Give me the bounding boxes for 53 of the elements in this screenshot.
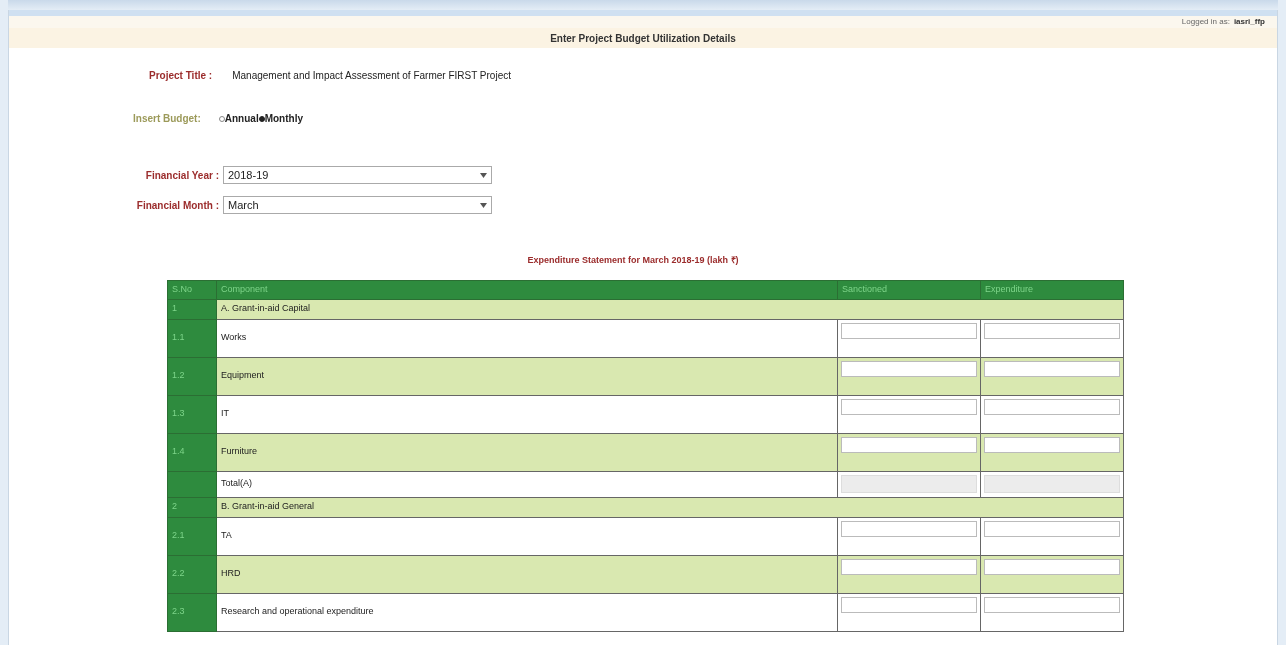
amount-input[interactable]	[984, 436, 1120, 453]
field-label: Project Title :	[149, 69, 213, 83]
column-header: Component	[216, 280, 838, 299]
amount-input[interactable]	[984, 398, 1120, 415]
table-cell: Research and operational expenditure	[216, 593, 838, 631]
amount-input[interactable]	[984, 520, 1120, 537]
chevron-down-icon	[480, 172, 487, 178]
table-cell: Furniture	[216, 433, 838, 471]
amount-input[interactable]	[841, 436, 977, 453]
logged-in-label: Logged in as:	[1181, 16, 1230, 28]
row-number: 2.2	[167, 555, 217, 593]
section-heading: A. Grant-in-aid Capital	[216, 299, 1124, 319]
column-header: Sanctioned	[837, 280, 981, 299]
amount-input[interactable]	[841, 360, 977, 377]
amount-input[interactable]	[841, 520, 977, 537]
username: iasri_ffp	[1233, 16, 1265, 28]
table-cell: Works	[216, 319, 838, 357]
dropdown[interactable]: 2018-19	[223, 166, 492, 184]
table-cell: Total(A)	[216, 471, 838, 497]
amount-input[interactable]	[841, 558, 977, 575]
dropdown[interactable]: March	[223, 196, 492, 214]
row-number: 2.1	[167, 517, 217, 555]
amount-input[interactable]	[841, 322, 977, 339]
field-label: Financial Month :	[136, 198, 219, 213]
amount-input[interactable]	[984, 558, 1120, 575]
amount-input[interactable]	[841, 596, 977, 613]
amount-input[interactable]	[841, 398, 977, 415]
amount-input[interactable]	[984, 322, 1120, 339]
field-label: Financial Year :	[145, 168, 219, 183]
row-number: 2.3	[167, 593, 217, 631]
column-header: Expenditure	[980, 280, 1124, 299]
amount-input[interactable]	[984, 360, 1120, 377]
amount-input[interactable]	[984, 596, 1120, 613]
project-title: Management and Impact Assessment of Farmer FIRST Project	[232, 69, 511, 83]
radio-option[interactable]: Annual	[218, 111, 259, 126]
section-heading: B. Grant-in-aid General	[216, 497, 1124, 517]
page-title: Enter Project Budget Utilization Details	[550, 31, 736, 46]
statement-title: Expenditure Statement for March 2018-19 (lakh ₹)	[527, 254, 739, 267]
row-number: 1.3	[167, 395, 217, 433]
column-header: S.No	[167, 280, 217, 299]
field-label: Insert Budget:	[133, 112, 201, 126]
row-number	[167, 471, 217, 497]
row-number: 1.1	[167, 319, 217, 357]
table-cell: HRD	[216, 555, 838, 593]
chevron-down-icon	[480, 202, 487, 208]
row-number: 1.4	[167, 433, 217, 471]
row-number: 2	[167, 497, 217, 517]
table-cell: IT	[216, 395, 838, 433]
row-number: 1.2	[167, 357, 217, 395]
table-cell: Equipment	[216, 357, 838, 395]
radio-option[interactable]: Monthly	[258, 111, 303, 126]
table-cell: TA	[216, 517, 838, 555]
row-number: 1	[167, 299, 217, 319]
